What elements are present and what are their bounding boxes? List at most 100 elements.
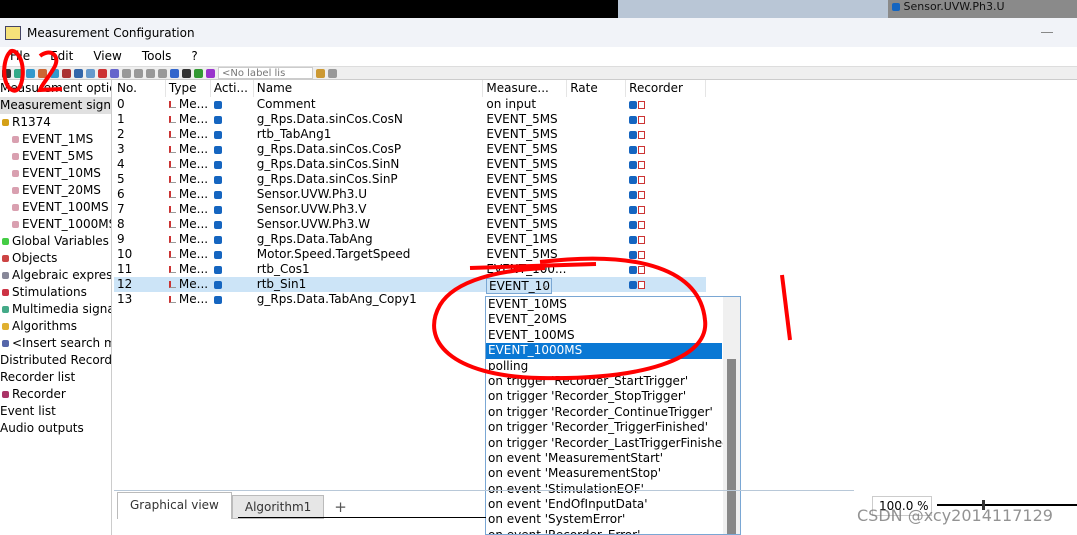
row-measurement[interactable]: EVENT_5MS [483, 172, 567, 187]
table-row[interactable]: 8 Me... Sensor.UVW.Ph3.W EVENT_5MS [114, 217, 706, 232]
row-measurement[interactable]: EVENT_5MS [483, 217, 567, 232]
dropdown-option[interactable]: on trigger 'Recorder_StopTrigger' [486, 389, 740, 404]
recorder-checkbox[interactable] [629, 250, 638, 259]
dropdown-option[interactable]: on event 'EndOfInputData' [486, 497, 740, 512]
column-header[interactable]: No. [114, 80, 166, 97]
recorder-checkbox[interactable] [629, 100, 638, 109]
tab-graphical-view[interactable]: Graphical view [117, 492, 232, 519]
recorder-checkbox[interactable] [629, 190, 638, 199]
active-checkbox[interactable] [213, 145, 222, 154]
tree-item[interactable]: Recorder [0, 386, 111, 403]
row-measurement[interactable]: EVENT_5MS [483, 157, 567, 172]
scrollbar-thumb[interactable] [727, 359, 736, 534]
tree-item[interactable]: EVENT_5MS [0, 148, 111, 165]
table-row[interactable]: 7 Me... Sensor.UVW.Ph3.V EVENT_5MS [114, 202, 706, 217]
dropdown-option[interactable]: on trigger 'Recorder_LastTriggerFinished… [486, 436, 740, 451]
toolbar-button-icon[interactable] [134, 68, 143, 78]
toolbar-button-icon[interactable] [206, 68, 215, 78]
recorder-checkbox[interactable] [629, 220, 638, 229]
active-checkbox[interactable] [213, 175, 222, 184]
dropdown-option[interactable]: EVENT_20MS [486, 312, 740, 327]
recorder-checkbox[interactable] [629, 115, 638, 124]
row-measurement[interactable]: EVENT_100... [483, 262, 567, 277]
menu-Tools[interactable]: Tools [132, 47, 182, 66]
active-checkbox[interactable] [213, 130, 222, 139]
tree-item[interactable]: Objects [0, 250, 111, 267]
column-header[interactable]: Acti... [211, 80, 254, 97]
active-checkbox[interactable] [213, 250, 222, 259]
row-measurement[interactable]: EVENT_5MS [483, 127, 567, 142]
toolbar-button-icon[interactable] [122, 68, 131, 78]
menu-File[interactable]: File [0, 47, 40, 66]
toolbar-button-icon[interactable] [74, 68, 83, 78]
toolbar-button-icon[interactable] [316, 68, 325, 78]
row-measurement[interactable]: EVENT_5MS [483, 187, 567, 202]
menu-Edit[interactable]: Edit [40, 47, 83, 66]
dropdown-option[interactable]: on event 'Recorder_Error' [486, 528, 740, 534]
tree-item[interactable]: Recorder list [0, 369, 111, 386]
dropdown-option[interactable]: EVENT_10MS [486, 297, 740, 312]
active-checkbox[interactable] [213, 100, 222, 109]
toolbar-button-icon[interactable] [14, 68, 23, 78]
dropdown-option[interactable]: polling [486, 359, 740, 374]
row-measurement[interactable]: on input [483, 97, 567, 112]
active-checkbox[interactable] [213, 220, 222, 229]
add-tab-button[interactable]: + [324, 495, 357, 519]
table-row[interactable]: 4 Me... g_Rps.Data.sinCos.SinN EVENT_5MS [114, 157, 706, 172]
dropdown-option[interactable]: on event 'MeasurementStop' [486, 466, 740, 481]
active-checkbox[interactable] [213, 265, 222, 274]
recorder-checkbox[interactable] [629, 265, 638, 274]
minimize-button[interactable] [1041, 32, 1053, 33]
menu-View[interactable]: View [83, 47, 131, 66]
table-row[interactable]: 12 Me... rtb_Sin1 [114, 277, 706, 292]
dropdown-option[interactable]: on trigger 'Recorder_ContinueTrigger' [486, 405, 740, 420]
active-checkbox[interactable] [213, 205, 222, 214]
row-measurement[interactable]: EVENT_5MS [483, 247, 567, 262]
toolbar-button-icon[interactable] [50, 68, 59, 78]
row-measurement[interactable]: EVENT_5MS [483, 142, 567, 157]
active-checkbox[interactable] [213, 160, 222, 169]
table-row[interactable]: 1 Me... g_Rps.Data.sinCos.CosN EVENT_5MS [114, 112, 706, 127]
column-header[interactable]: Rate [567, 80, 627, 97]
column-header[interactable]: Measure... [483, 80, 568, 97]
column-header[interactable]: Type [166, 80, 211, 97]
toolbar-button-icon[interactable] [62, 68, 71, 78]
tree-item[interactable]: Measurement optic [0, 80, 111, 97]
tree-item[interactable]: EVENT_100MS [0, 199, 111, 216]
table-row[interactable]: 9 Me... g_Rps.Data.TabAng EVENT_1MS [114, 232, 706, 247]
measurement-combo[interactable]: EVENT_10(⌄ [486, 278, 552, 294]
dropdown-scrollbar[interactable] [723, 297, 740, 534]
toolbar-button-icon[interactable] [170, 68, 179, 78]
recorder-checkbox[interactable] [629, 175, 638, 184]
tree-item[interactable]: Algebraic express [0, 267, 111, 284]
tree-item[interactable]: Stimulations [0, 284, 111, 301]
toolbar-button-icon[interactable] [2, 68, 11, 78]
dropdown-option[interactable]: on event 'SystemError' [486, 512, 740, 527]
tab-algorithm1[interactable]: Algorithm1 [231, 495, 325, 519]
tree-item[interactable]: Audio outputs [0, 420, 111, 437]
tree-item[interactable]: EVENT_1000MS [0, 216, 111, 233]
recorder-checkbox[interactable] [629, 205, 638, 214]
tree-item[interactable]: Distributed Recordi [0, 352, 111, 369]
active-checkbox[interactable] [213, 235, 222, 244]
table-row[interactable]: 11 Me... rtb_Cos1 EVENT_100... [114, 262, 706, 277]
dropdown-option[interactable]: on event 'MeasurementStart' [486, 451, 740, 466]
toolbar-button-icon[interactable] [194, 68, 203, 78]
dropdown-option[interactable]: EVENT_1000MS [486, 343, 722, 359]
toolbar-button-icon[interactable] [26, 68, 35, 78]
table-row[interactable]: 2 Me... rtb_TabAng1 EVENT_5MS [114, 127, 706, 142]
tree-item[interactable]: EVENT_1MS [0, 131, 111, 148]
row-measurement[interactable]: EVENT_1MS [483, 232, 567, 247]
toolbar-button-icon[interactable] [182, 68, 191, 78]
active-checkbox[interactable] [213, 115, 222, 124]
toolbar-button-icon[interactable] [110, 68, 119, 78]
table-row[interactable]: 5 Me... g_Rps.Data.sinCos.SinP EVENT_5MS [114, 172, 706, 187]
column-header[interactable]: Name [254, 80, 484, 97]
table-row[interactable]: 10 Me... Motor.Speed.TargetSpeed EVENT_5MS [114, 247, 706, 262]
toolbar-button-icon[interactable] [86, 68, 95, 78]
dropdown-option[interactable]: EVENT_100MS [486, 328, 740, 343]
tree-item[interactable]: Event list [0, 403, 111, 420]
tree-item[interactable]: Multimedia signa [0, 301, 111, 318]
tree-item[interactable]: <Insert search ma [0, 335, 111, 352]
tree-item[interactable]: Measurement signa [0, 97, 111, 114]
